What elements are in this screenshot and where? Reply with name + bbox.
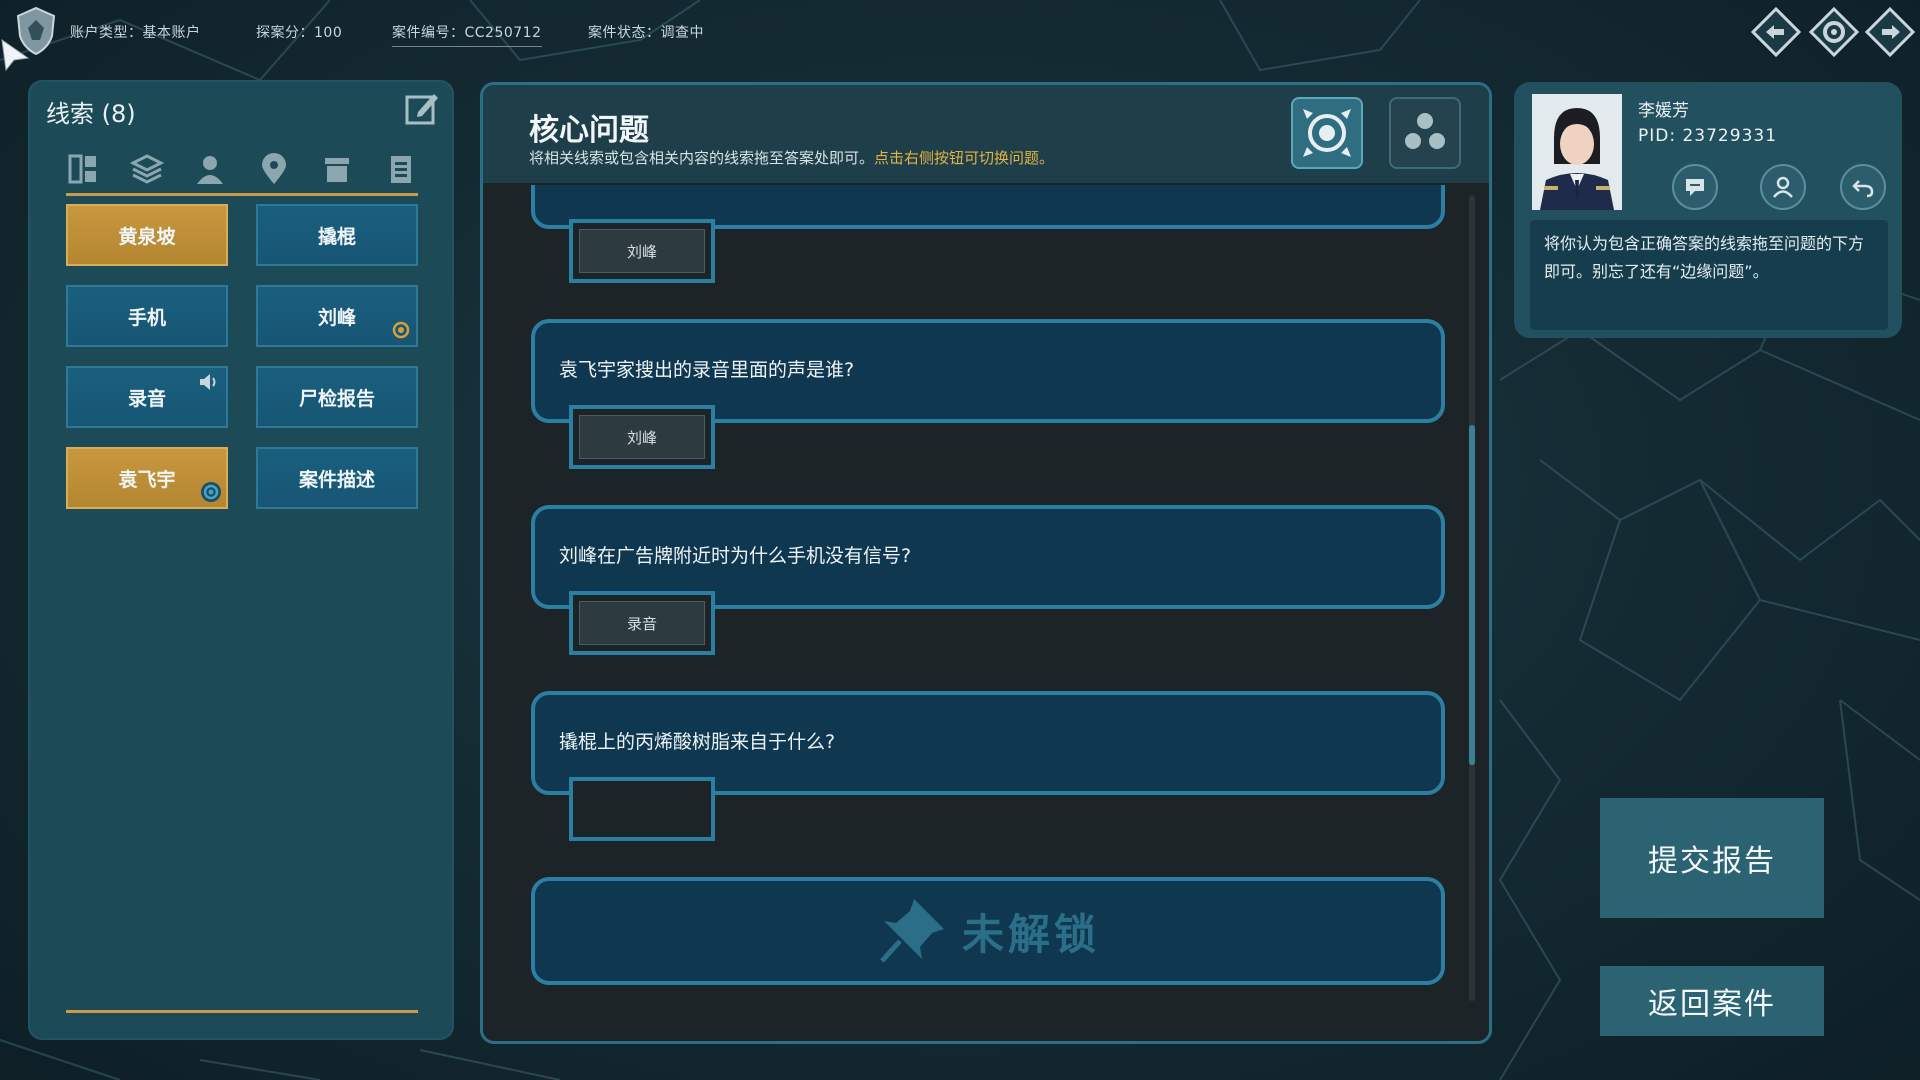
speaker-icon bbox=[200, 374, 216, 390]
document-icon[interactable] bbox=[384, 152, 418, 186]
clue-liufeng[interactable]: 刘峰 bbox=[256, 285, 418, 347]
cluster-icon bbox=[1405, 113, 1445, 149]
core-question-panel: 核心问题 将相关线索或包含相关内容的线索拖至答案处即可。点击右侧按钮可切换问题。… bbox=[480, 82, 1492, 1044]
guide-pid: PID: 23729331 bbox=[1638, 126, 1778, 146]
pin-icon bbox=[880, 899, 944, 963]
account-type: 账户类型：基本账户 bbox=[70, 25, 201, 41]
clue-autopsy-report[interactable]: 尸检报告 bbox=[256, 366, 418, 428]
question-text: 袁飞宇家搜出的录音里面的声是谁? bbox=[559, 359, 855, 381]
layers-icon[interactable] bbox=[129, 152, 164, 186]
edge-question-toggle-button[interactable] bbox=[1389, 97, 1461, 169]
edit-icon[interactable] bbox=[404, 90, 440, 126]
return-button[interactable] bbox=[1840, 164, 1886, 210]
target-icon bbox=[1303, 109, 1351, 157]
new-badge-icon bbox=[392, 321, 410, 339]
undo-icon bbox=[1852, 180, 1874, 198]
clue-category-tabs bbox=[66, 150, 418, 196]
clue-yuanfeiyu[interactable]: 袁飞宇 bbox=[66, 447, 228, 509]
clue-panel-title: 线索 (8) bbox=[46, 100, 136, 128]
back-icon[interactable] bbox=[1750, 6, 1802, 58]
question-text: 刘峰在广告牌附近时为什么手机没有信号? bbox=[559, 545, 912, 567]
question-list[interactable]: 刘峰 袁飞宇家搜出的录音里面的声是谁? 刘峰 刘峰在广告牌附近时为什么手机没有信… bbox=[483, 185, 1489, 1041]
score: 探案分：100 bbox=[256, 25, 343, 41]
top-bar: 账户类型：基本账户 探案分：100 案件编号：CC250712 案件状态：调查中 bbox=[0, 0, 1920, 72]
clue-crowbar[interactable]: 撬棍 bbox=[256, 204, 418, 266]
answer-slot-empty[interactable] bbox=[569, 777, 715, 841]
back-to-case-button[interactable]: 返回案件 bbox=[1600, 966, 1824, 1036]
case-status: 案件状态：调查中 bbox=[588, 25, 704, 41]
answer-slot[interactable]: 刘峰 bbox=[569, 219, 715, 283]
profile-button[interactable] bbox=[1760, 164, 1806, 210]
locked-label: 未解锁 bbox=[961, 909, 1100, 959]
person-icon bbox=[1773, 176, 1793, 198]
case-number: 案件编号：CC250712 bbox=[392, 22, 542, 47]
settings-icon[interactable] bbox=[1808, 6, 1860, 58]
overview-icon[interactable] bbox=[66, 152, 100, 186]
chat-button[interactable] bbox=[1672, 164, 1718, 210]
submit-report-button[interactable]: 提交报告 bbox=[1600, 798, 1824, 918]
answer-chip[interactable]: 刘峰 bbox=[579, 229, 705, 273]
question-text: 撬棍上的丙烯酸树脂来自于什么? bbox=[559, 731, 836, 753]
new-badge-icon bbox=[201, 482, 221, 502]
answer-slot[interactable]: 刘峰 bbox=[569, 405, 715, 469]
guide-message: 将你认为包含正确答案的线索拖至问题的下方即可。别忘了还有“边缘问题”。 bbox=[1530, 220, 1888, 330]
instruction-text: 将相关线索或包含相关内容的线索拖至答案处即可。点击右侧按钮可切换问题。 bbox=[529, 149, 1055, 167]
chat-icon bbox=[1686, 179, 1704, 196]
clue-recording[interactable]: 录音 bbox=[66, 366, 228, 428]
location-icon[interactable] bbox=[257, 152, 291, 186]
guide-name: 李媛芳 bbox=[1638, 101, 1689, 121]
clue-huangquanpo[interactable]: 黄泉坡 bbox=[66, 204, 228, 266]
locked-question-card: 未解锁 bbox=[531, 877, 1445, 985]
exit-icon[interactable] bbox=[1864, 6, 1916, 58]
avatar bbox=[1532, 94, 1622, 210]
scrollbar-thumb[interactable] bbox=[1469, 425, 1475, 765]
divider bbox=[66, 1010, 418, 1013]
core-question-toggle-button[interactable] bbox=[1291, 97, 1363, 169]
person-icon[interactable] bbox=[193, 152, 227, 186]
clue-panel: 线索 (8) 黄泉坡 撬棍 手机 刘峰 录音 尸检报告 袁飞宇 案件描述 bbox=[28, 80, 454, 1040]
mouse-cursor-icon bbox=[1, 38, 30, 72]
page-title: 核心问题 bbox=[529, 113, 649, 148]
guide-profile-card: 李媛芳 PID: 23729331 将你认为包含正确答案的线索拖至问题的下方即可… bbox=[1514, 82, 1902, 338]
core-question-header: 核心问题 将相关线索或包含相关内容的线索拖至答案处即可。点击右侧按钮可切换问题。 bbox=[483, 85, 1489, 183]
clue-case-description[interactable]: 案件描述 bbox=[256, 447, 418, 509]
clue-phone[interactable]: 手机 bbox=[66, 285, 228, 347]
item-icon[interactable] bbox=[320, 152, 354, 186]
answer-slot[interactable]: 录音 bbox=[569, 591, 715, 655]
answer-chip[interactable]: 刘峰 bbox=[579, 415, 705, 459]
answer-chip[interactable]: 录音 bbox=[579, 601, 705, 645]
